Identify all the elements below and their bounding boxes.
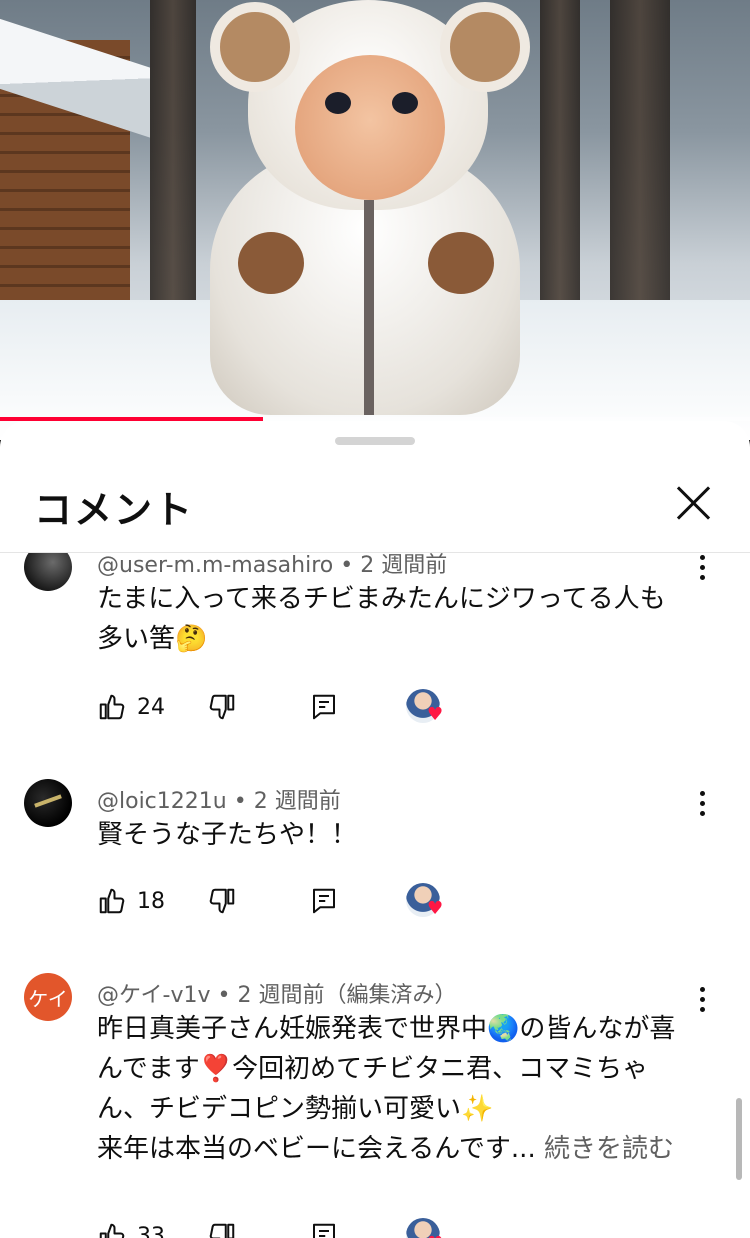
dislike-button[interactable] (207, 689, 237, 725)
comment-line: 来年は本当のベビーに会えるんです... 続きを読む (97, 1129, 697, 1169)
reply-icon (313, 1223, 335, 1238)
dislike-button[interactable] (207, 1218, 237, 1238)
baby-eye (392, 92, 418, 114)
comment-text: 昨日真美子さん妊娠発表で世界中🌏の皆んなが喜 んでます❣️今回初めてチビタニ君、… (97, 1009, 697, 1169)
like-button[interactable]: 18 (97, 883, 165, 919)
comment-meta: @user-m.m-masahiro • 2 週間前 (97, 553, 447, 579)
sleeve-cuff (428, 232, 494, 294)
comment-text: 賢そうな子たちや！！ (97, 815, 697, 855)
comment-line: 多い筈🤔 (97, 624, 208, 654)
dislike-icon (209, 1223, 235, 1238)
like-button[interactable]: 33 (97, 1218, 165, 1238)
comment-time: 2 週間前 (360, 553, 448, 578)
comment-line: ん、チビデコピン勢揃い可愛い✨ (97, 1094, 494, 1124)
comment-actions: 33 ♥ (97, 1218, 497, 1238)
sheet-title: コメント (34, 488, 195, 532)
comment-line-truncated: 来年は本当のベビーに会えるんです... (97, 1134, 536, 1164)
like-count: 33 (137, 1223, 165, 1238)
comment-meta: @loic1221u • 2 週間前 (97, 783, 341, 815)
reply-button[interactable] (309, 883, 339, 919)
cabin (0, 12, 150, 330)
background-tree (610, 0, 670, 320)
meta-separator: • (340, 553, 361, 578)
comment-item: @loic1221u • 2 週間前 賢そうな子たちや！！ 18 ♥ (0, 779, 750, 959)
video-player[interactable] (0, 0, 750, 440)
like-icon (99, 1223, 125, 1238)
hood-ear (210, 2, 300, 92)
like-button[interactable]: 24 (97, 689, 165, 725)
dislike-icon (209, 694, 235, 720)
sleeve-cuff (238, 232, 304, 294)
comment-line: 賢そうな子たちや！！ (97, 820, 358, 850)
comment-time: 2 週間前 (253, 789, 341, 814)
comment-time: 2 週間前 (237, 983, 325, 1008)
comment-meta: @ケイ-v1v • 2 週間前（編集済み） (97, 977, 457, 1009)
dislike-button[interactable] (207, 883, 237, 919)
scrollbar[interactable] (736, 1098, 742, 1180)
comment-line: んでます❣️今回初めてチビタニ君、コマミちゃ (97, 1054, 649, 1084)
comment-list[interactable]: @user-m.m-masahiro • 2 週間前 たまに入って来るチビまみた… (0, 553, 750, 1238)
reply-button[interactable] (309, 1218, 339, 1238)
zipper (364, 200, 374, 415)
comment-line: たまに入って来るチビまみたんにジワってる人も (97, 584, 666, 614)
edited-label: （編集済み） (324, 983, 457, 1008)
comment-actions: 18 ♥ (97, 883, 497, 919)
baby-face (295, 55, 445, 200)
comment-line: 昨日真美子さん妊娠発表で世界中🌏の皆んなが喜 (97, 1014, 676, 1044)
heart-icon: ♥ (427, 898, 444, 919)
comment-author[interactable]: @loic1221u (97, 789, 227, 814)
like-icon (99, 888, 125, 914)
comment-item: @user-m.m-masahiro • 2 週間前 たまに入って来るチビまみた… (0, 553, 750, 753)
reply-icon (313, 888, 335, 914)
avatar[interactable] (24, 553, 72, 591)
avatar[interactable]: ケイ (24, 973, 72, 1021)
meta-separator: • (233, 789, 254, 814)
drag-handle[interactable] (335, 437, 415, 445)
avatar-initials: ケイ (28, 986, 68, 1011)
background-tree (540, 0, 580, 320)
reply-button[interactable] (309, 689, 339, 725)
dislike-icon (209, 888, 235, 914)
like-count: 18 (137, 888, 165, 914)
comment-item: ケイ @ケイ-v1v • 2 週間前（編集済み） 昨日真美子さん妊娠発表で世界中… (0, 973, 750, 1238)
read-more-link[interactable]: 続きを読む (544, 1134, 674, 1164)
like-count: 24 (137, 694, 165, 720)
comment-text: たまに入って来るチビまみたんにジワってる人も 多い筈🤔 (97, 579, 697, 659)
heart-icon: ♥ (427, 704, 444, 725)
like-icon (99, 694, 125, 720)
comment-author[interactable]: @ケイ-v1v (97, 983, 211, 1008)
comment-actions: 24 ♥ (97, 689, 497, 725)
comments-sheet: コメント @user-m.m-masahiro • 2 週間前 たまに入って来る… (0, 421, 750, 1238)
comment-author[interactable]: @user-m.m-masahiro (97, 553, 333, 578)
hood-ear (440, 2, 530, 92)
reply-icon (313, 694, 335, 720)
meta-separator: • (217, 983, 238, 1008)
avatar[interactable] (24, 779, 72, 827)
baby-eye (325, 92, 351, 114)
background-tree (150, 0, 196, 320)
close-icon[interactable] (668, 477, 720, 529)
